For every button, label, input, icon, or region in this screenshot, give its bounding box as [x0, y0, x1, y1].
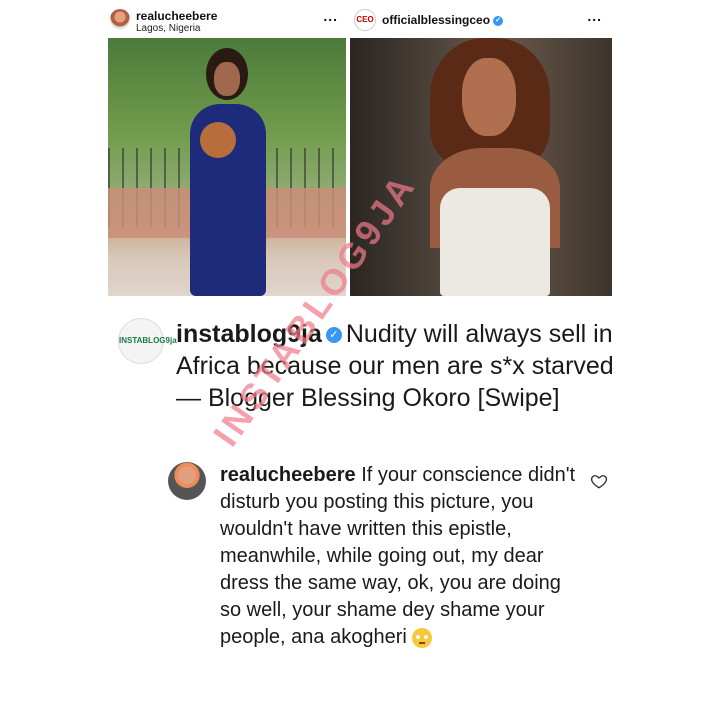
left-post-photo[interactable]: [108, 38, 346, 296]
right-post-more-icon[interactable]: ...: [587, 8, 602, 24]
verified-badge-icon: ✓: [325, 327, 342, 344]
comment-avatar[interactable]: [168, 462, 206, 500]
woman-figure: [400, 38, 580, 296]
right-post-avatar[interactable]: CEO: [354, 9, 376, 31]
left-post: realucheebere Lagos, Nigeria ...: [100, 0, 346, 300]
left-post-location[interactable]: Lagos, Nigeria: [136, 23, 200, 34]
verified-badge-icon: ✓: [493, 15, 504, 26]
left-post-username[interactable]: realucheebere: [136, 9, 217, 23]
heart-icon[interactable]: [590, 472, 608, 490]
woman-figure: [178, 48, 278, 296]
right-post-username[interactable]: officialblessingceo ✓: [382, 13, 504, 27]
caption-avatar[interactable]: INSTABLOG9ja: [118, 318, 177, 364]
left-post-more-icon[interactable]: ...: [323, 8, 338, 24]
right-post-header: CEO officialblessingceo ✓ ...: [350, 0, 612, 36]
left-post-avatar[interactable]: [110, 9, 130, 29]
right-post: CEO officialblessingceo ✓ ...: [350, 0, 612, 300]
rolling-eyes-emoji-icon: [412, 627, 433, 648]
comment-username[interactable]: realucheebere: [220, 464, 356, 486]
left-post-header: realucheebere Lagos, Nigeria ...: [100, 0, 346, 36]
comment-text: If your conscience didn't disturb you po…: [220, 464, 576, 648]
comment-text-block: realucheebere If your conscience didn't …: [220, 462, 580, 651]
